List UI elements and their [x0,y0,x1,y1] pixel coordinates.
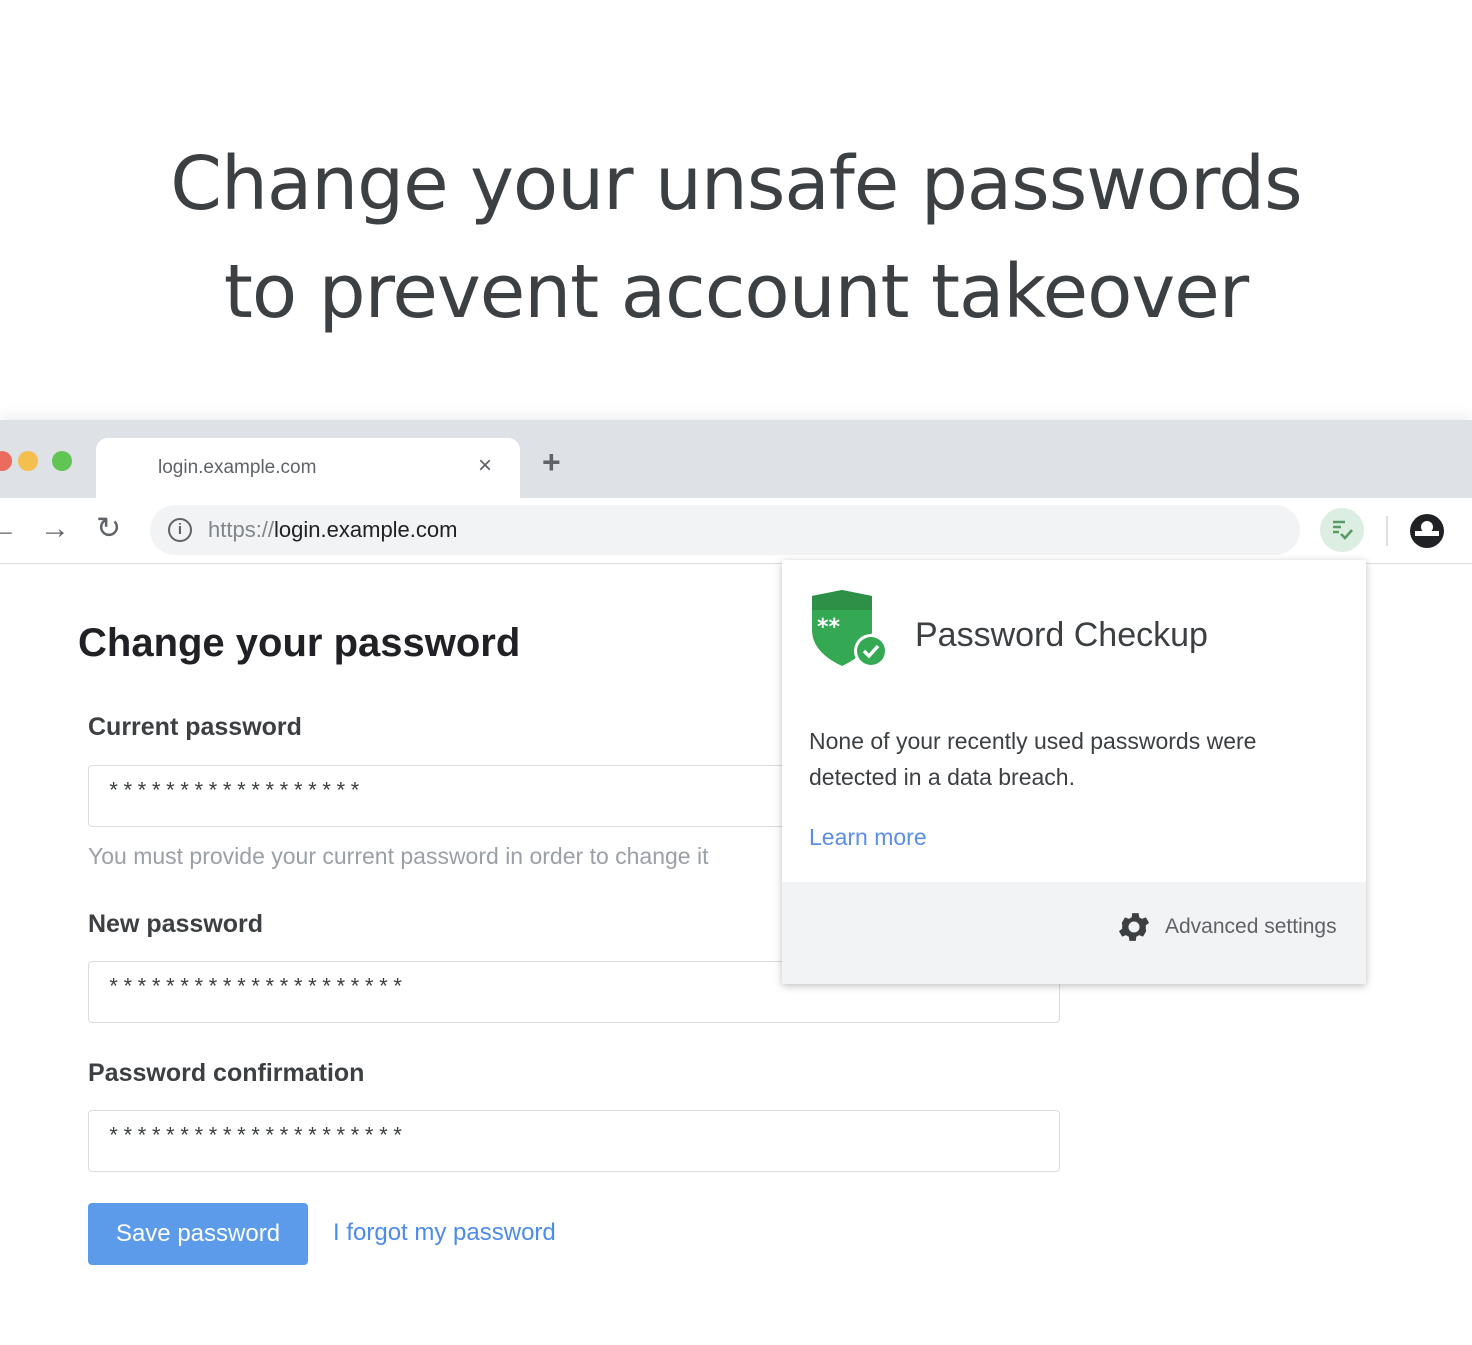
page-title: Change your password [78,621,521,665]
window-minimize-dot[interactable] [18,451,38,471]
tab-title: login.example.com [158,457,317,478]
tab-close-icon[interactable]: × [478,452,492,480]
new-password-value: ********************* [107,976,406,1001]
gear-icon[interactable] [1115,908,1153,946]
url-host: login.example.com [274,517,458,542]
headline: Change your unsafe passwords to prevent … [0,130,1472,346]
popup-message: None of your recently used passwords wer… [809,728,1257,790]
window-close-dot[interactable] [0,451,12,471]
tab-strip: login.example.com × + [0,420,1472,498]
password-checkup-extension-icon [1333,520,1353,540]
save-password-button[interactable]: Save password [88,1203,308,1265]
window-maximize-dot[interactable] [52,451,72,471]
address-bar[interactable]: i https://login.example.com [150,505,1300,555]
back-icon[interactable]: ← [0,512,18,546]
current-password-value: ****************** [107,780,363,805]
password-checkup-popup: ** Password Checkup None of your recentl… [782,560,1366,984]
headline-line-1: Change your unsafe passwords [170,141,1302,227]
url-scheme: https:// [208,517,275,542]
password-confirmation-input[interactable]: ********************* [88,1110,1060,1172]
account-icon[interactable] [1410,514,1444,548]
browser-tab[interactable]: login.example.com × [96,438,520,498]
advanced-settings-link[interactable]: Advanced settings [1165,915,1337,939]
password-checkup-shield-icon: ** [812,590,888,668]
new-password-label: New password [88,910,264,938]
popup-title: Password Checkup [915,616,1208,654]
current-password-hint: You must provide your current password i… [88,843,709,869]
password-confirmation-value: ********************* [107,1125,406,1150]
info-icon[interactable]: i [168,518,192,542]
reload-icon[interactable]: ↻ [96,512,121,546]
password-checkup-extension-button[interactable] [1320,508,1364,552]
learn-more-link[interactable]: Learn more [809,824,927,851]
current-password-label: Current password [88,713,302,741]
browser-toolbar: ← → ↻ i https://login.example.com [0,498,1472,564]
address-url[interactable]: https://login.example.com [208,517,457,543]
password-confirmation-label: Password confirmation [88,1059,365,1087]
toolbar-divider [1386,516,1388,546]
popup-footer: Advanced settings [782,882,1366,984]
forgot-password-link[interactable]: I forgot my password [333,1219,556,1247]
popup-body: ** Password Checkup None of your recentl… [782,560,1366,882]
new-tab-icon[interactable]: + [542,446,561,478]
headline-line-2: to prevent account takeover [223,249,1249,335]
svg-text:**: ** [817,615,841,640]
forward-icon[interactable]: → [40,512,70,546]
